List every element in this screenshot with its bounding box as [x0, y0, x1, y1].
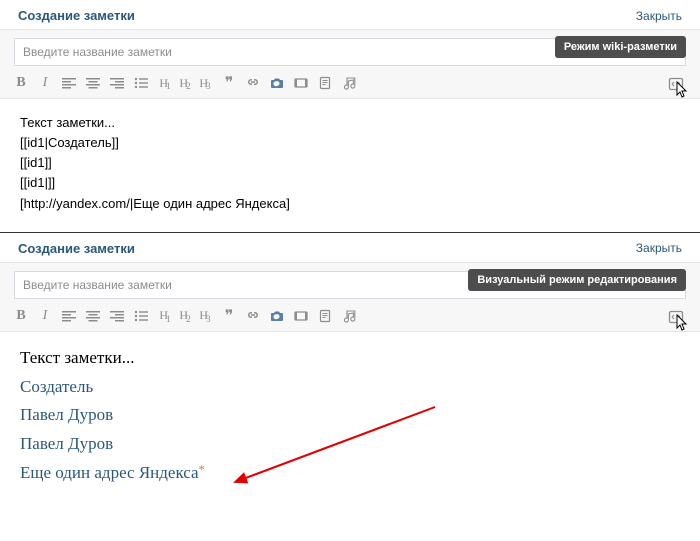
mode-badge-wiki: Режим wiki-разметки	[555, 36, 686, 58]
editor-header: Создание заметки Закрыть	[0, 233, 700, 262]
photo-button[interactable]	[270, 74, 284, 92]
h2-button[interactable]: H2	[178, 307, 192, 325]
align-left-button[interactable]	[62, 307, 76, 325]
wiki-line: [http://yandex.com/|Еще один адрес Яндек…	[20, 194, 680, 214]
wiki-line: [[id1|Создатель]]	[20, 133, 680, 153]
video-button[interactable]	[294, 307, 308, 325]
editor-toolbar-area: Режим wiki-разметки B I H1 H2 H3 ❞	[0, 29, 700, 99]
external-link[interactable]: Еще один адрес Яндекса	[20, 463, 199, 482]
editor-title: Создание заметки	[18, 241, 135, 256]
close-link[interactable]: Закрыть	[636, 241, 682, 255]
h1-button[interactable]: H1	[158, 74, 172, 92]
toggle-mode-button[interactable]	[666, 74, 686, 94]
h1-button[interactable]: H1	[158, 307, 172, 325]
toggle-mode-button[interactable]	[666, 307, 686, 327]
h2-button[interactable]: H2	[178, 74, 192, 92]
align-center-button[interactable]	[86, 307, 100, 325]
link-button[interactable]	[246, 74, 260, 92]
link-button[interactable]	[246, 307, 260, 325]
note-body-wiki[interactable]: Текст заметки... [[id1|Создатель]] [[id1…	[0, 99, 700, 232]
note-editor-visual: Создание заметки Закрыть Визуальный режи…	[0, 233, 700, 510]
internal-link[interactable]: Павел Дуров	[20, 434, 113, 453]
heading-buttons: H1 H2 H3	[158, 74, 212, 92]
wiki-line: [[id1|]]	[20, 173, 680, 193]
bullet-list-button[interactable]	[134, 74, 148, 92]
h3-button[interactable]: H3	[198, 74, 212, 92]
wiki-line: [[id1]]	[20, 153, 680, 173]
internal-link[interactable]: Создатель	[20, 377, 93, 396]
wiki-line: Текст заметки...	[20, 113, 680, 133]
photo-button[interactable]	[270, 307, 284, 325]
document-button[interactable]	[318, 307, 332, 325]
align-right-button[interactable]	[110, 307, 124, 325]
bullet-list-button[interactable]	[134, 307, 148, 325]
internal-link[interactable]: Павел Дуров	[20, 405, 113, 424]
video-button[interactable]	[294, 74, 308, 92]
bold-button[interactable]: B	[14, 74, 28, 92]
editor-title: Создание заметки	[18, 8, 135, 23]
note-body-visual[interactable]: Текст заметки... Создатель Павел Дуров П…	[0, 332, 700, 510]
note-editor-wiki: Создание заметки Закрыть Режим wiki-разм…	[0, 0, 700, 233]
italic-button[interactable]: I	[38, 307, 52, 325]
heading-buttons: H1 H2 H3	[158, 307, 212, 325]
visual-text-line: Текст заметки...	[20, 344, 680, 373]
editor-toolbar-area: Визуальный режим редактирования B I H1 H…	[0, 262, 700, 332]
external-link-marker: *	[199, 462, 205, 476]
align-center-button[interactable]	[86, 74, 100, 92]
quote-button[interactable]: ❞	[222, 74, 236, 92]
align-right-button[interactable]	[110, 74, 124, 92]
align-left-button[interactable]	[62, 74, 76, 92]
bold-button[interactable]: B	[14, 307, 28, 325]
audio-button[interactable]	[342, 74, 356, 92]
close-link[interactable]: Закрыть	[636, 9, 682, 23]
quote-button[interactable]: ❞	[222, 307, 236, 325]
editor-header: Создание заметки Закрыть	[0, 0, 700, 29]
audio-button[interactable]	[342, 307, 356, 325]
formatting-toolbar: B I H1 H2 H3 ❞	[14, 74, 686, 92]
formatting-toolbar: B I H1 H2 H3 ❞	[14, 307, 686, 325]
document-button[interactable]	[318, 74, 332, 92]
mode-badge-visual: Визуальный режим редактирования	[468, 269, 686, 291]
italic-button[interactable]: I	[38, 74, 52, 92]
h3-button[interactable]: H3	[198, 307, 212, 325]
